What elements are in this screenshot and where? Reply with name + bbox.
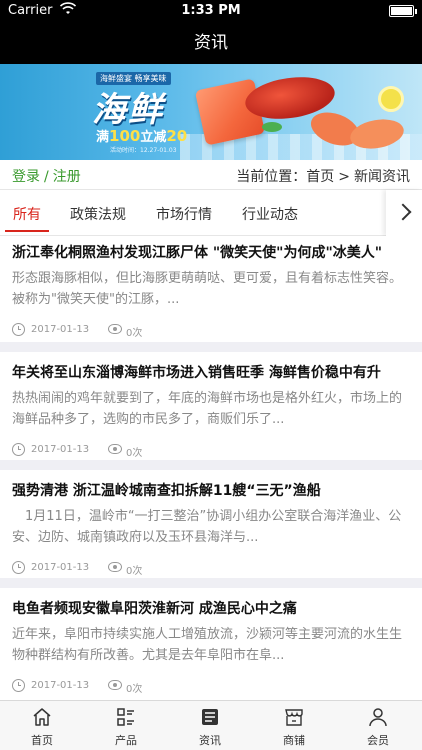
tab-policy[interactable]: 政策法规 (70, 204, 126, 224)
article-meta: 2017-01-13 0次 (12, 560, 410, 578)
article-meta: 2017-01-13 0次 (12, 678, 410, 696)
article-summary: 1月11日，温岭市“一打三整治”协调小组办公室联合海洋渔业、公安、边防、城南镇政… (12, 509, 402, 545)
breadcrumb-arrow: > (338, 169, 350, 185)
tabbar-member[interactable]: 会员 (336, 701, 420, 750)
breadcrumb-current: 新闻资讯 (354, 169, 410, 185)
tabbar-shop-label: 商铺 (283, 734, 305, 747)
tabbar-shop[interactable]: 商铺 (252, 701, 336, 750)
article-meta: 2017-01-13 0次 (12, 442, 410, 460)
active-tab-indicator (5, 230, 49, 232)
breadcrumb-bar: 登录 / 注册 当前位置：首页 > 新闻资讯 (0, 160, 422, 190)
battery-icon (389, 5, 417, 17)
article-title[interactable]: 年关将至山东淄博海鲜市场进入销售旺季 海鲜售价稳中有升 (12, 362, 410, 382)
tabbar-home[interactable]: 首页 (0, 701, 84, 750)
login-link[interactable]: 登录 (12, 169, 40, 185)
banner-headline: 海鲜 (92, 90, 164, 130)
list-item[interactable]: 年关将至山东淄博海鲜市场进入销售旺季 海鲜售价稳中有升 热热闹闹的鸡年就要到了，… (0, 352, 422, 460)
eye-icon (108, 562, 122, 572)
product-list-icon (117, 708, 134, 726)
article-meta: 2017-01-13 0次 (12, 322, 410, 340)
article-title[interactable]: 强势清港 浙江温岭城南查扣拆解11艘“三无”渔船 (12, 480, 410, 500)
news-list: 浙江奉化桐照渔村发现江豚尸体 "微笑天使"为何成"冰美人" 形态跟海豚相似，但比… (0, 236, 422, 696)
list-item[interactable]: 电鱼者频现安徽阜阳茨淮新河 成渔民心中之痛 近年来，阜阳市持续实施人工增殖放流，… (0, 588, 422, 696)
article-title[interactable]: 浙江奉化桐照渔村发现江豚尸体 "微笑天使"为何成"冰美人" (12, 242, 410, 262)
article-title[interactable]: 电鱼者频现安徽阜阳茨淮新河 成渔民心中之痛 (12, 598, 410, 618)
shop-icon (285, 709, 303, 726)
list-item[interactable]: 浙江奉化桐照渔村发现江豚尸体 "微笑天使"为何成"冰美人" 形态跟海豚相似，但比… (0, 236, 422, 342)
tabbar-home-label: 首页 (31, 734, 53, 747)
eye-icon (108, 324, 122, 334)
list-item[interactable]: 强势清港 浙江温岭城南查扣拆解11艘“三无”渔船 1月11日，温岭市“一打三整治… (0, 470, 422, 578)
clock-icon (12, 561, 25, 574)
member-icon (369, 708, 387, 727)
article-summary: 形态跟海豚相似，但比海豚更萌萌哒、更可爱，且有着标志性笑容。被称为"微笑天使"的… (12, 271, 403, 307)
chevron-right-icon[interactable] (386, 190, 422, 236)
divider (0, 460, 422, 470)
auth-separator: / (44, 169, 49, 185)
tab-all[interactable]: 所有 (13, 204, 41, 224)
page-title: 资讯 (0, 22, 422, 64)
promo-banner[interactable]: 海鲜盛宴 畅享美味 海鲜 满100立减20 活动时间：12.27-01.03 (0, 64, 422, 160)
banner-promo: 满100立减20 (96, 127, 188, 145)
clock-icon (12, 679, 25, 692)
clock-icon (12, 323, 25, 336)
category-tabs: 所有 政策法规 市场行情 行业动态 (0, 190, 422, 236)
article-summary: 热热闹闹的鸡年就要到了，年底的海鲜市场也是格外红火，市场上的海鲜品种多了，选购的… (12, 391, 403, 427)
clock-icon (12, 443, 25, 456)
eye-icon (108, 680, 122, 690)
breadcrumb-home[interactable]: 首页 (306, 169, 334, 185)
register-link[interactable]: 注册 (53, 169, 81, 185)
article-summary: 近年来，阜阳市持续实施人工增殖放流，沙颍河等主要河流的水生生物种群结构有所改善。… (12, 627, 403, 663)
lemon-image (378, 86, 404, 112)
location-label: 当前位置： (236, 169, 307, 185)
article-date: 2017-01-13 (31, 562, 90, 573)
article-views: 0次 (126, 684, 143, 695)
news-icon (202, 709, 218, 725)
article-views: 0次 (126, 448, 143, 459)
tabbar-news-label: 资讯 (199, 734, 221, 747)
eye-icon (108, 444, 122, 454)
divider (0, 342, 422, 352)
divider (0, 578, 422, 588)
tabbar-products[interactable]: 产品 (84, 701, 168, 750)
article-date: 2017-01-13 (31, 444, 90, 455)
tabbar-products-label: 产品 (115, 734, 137, 747)
auth-links: 登录 / 注册 (12, 166, 81, 186)
home-icon (33, 708, 51, 726)
tab-market[interactable]: 市场行情 (156, 204, 212, 224)
status-bar: Carrier 1:33 PM (0, 0, 422, 22)
article-date: 2017-01-13 (31, 324, 90, 335)
bottom-tab-bar: 首页 产品 资讯 商铺 会员 (0, 700, 422, 750)
tab-industry[interactable]: 行业动态 (242, 204, 298, 224)
tabbar-news[interactable]: 资讯 (168, 701, 252, 750)
article-date: 2017-01-13 (31, 680, 90, 691)
article-views: 0次 (126, 566, 143, 577)
leaf-image (262, 122, 282, 132)
clock-time: 1:33 PM (181, 3, 241, 18)
breadcrumb: 当前位置：首页 > 新闻资讯 (236, 166, 410, 186)
tabbar-member-label: 会员 (367, 734, 389, 747)
banner-date: 活动时间：12.27-01.03 (110, 147, 177, 154)
article-views: 0次 (126, 328, 143, 339)
